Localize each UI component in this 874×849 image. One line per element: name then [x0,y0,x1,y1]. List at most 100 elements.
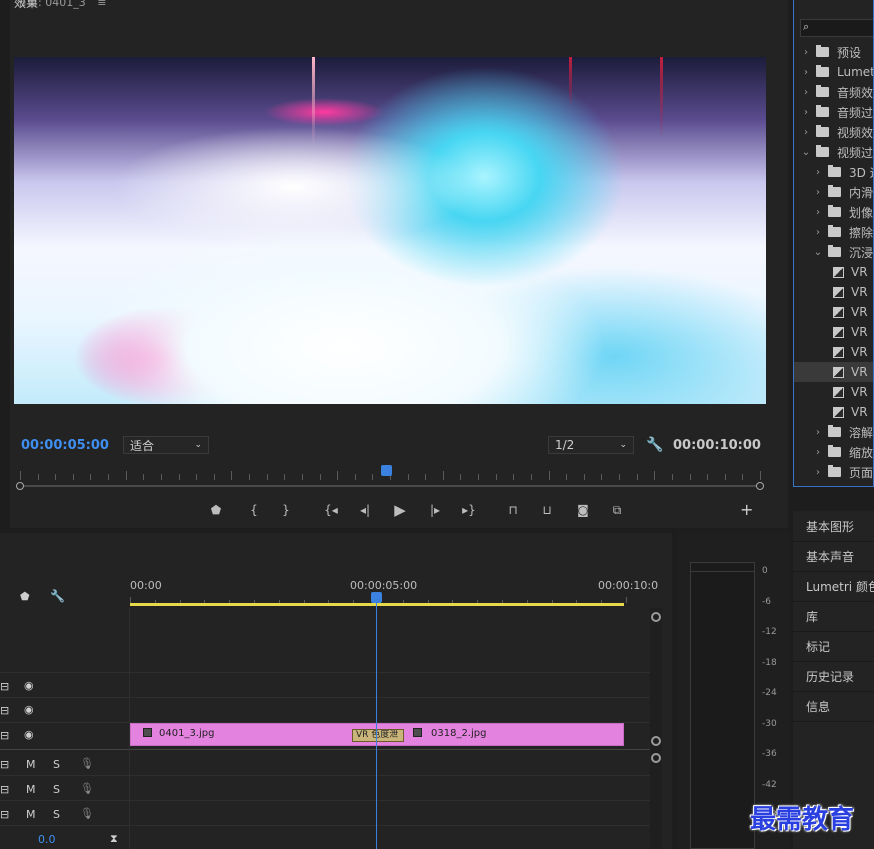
effects-folder[interactable]: ⌄ 视频过 [794,142,873,162]
mark-out-icon[interactable]: } [275,500,297,520]
solo-button[interactable]: S [53,783,60,796]
extract-icon[interactable]: ⊔ [536,500,558,520]
fit-dropdown[interactable]: 适合 ⌄ [123,436,209,454]
effect-item[interactable]: VR [794,262,873,282]
effect-item[interactable]: VR [794,302,873,322]
chevron-right-icon[interactable]: › [812,447,824,458]
work-area-bar[interactable] [130,603,624,606]
chevron-right-icon[interactable]: › [800,107,812,118]
go-to-end-icon[interactable]: ⧗ [110,832,118,846]
effects-folder[interactable]: › 擦除 [794,222,873,242]
transition-clip[interactable]: VR 色度泄 [352,729,404,742]
effects-folder[interactable]: › 划像 [794,202,873,222]
side-panel-tab[interactable]: 基本声音 [806,548,854,565]
effects-folder[interactable]: › 3D 运 [794,162,873,182]
chevron-down-icon[interactable]: ⌄ [812,247,824,258]
ruler-tick [125,471,127,480]
timeline-playhead-handle[interactable] [371,592,382,603]
add-button[interactable]: + [740,500,753,519]
eye-icon[interactable]: ◉ [24,728,34,741]
go-to-in-icon[interactable]: {◂ [320,500,342,520]
timeline-vertical-scrollbar[interactable] [650,608,662,849]
comparison-view-icon[interactable]: ⧉ [606,500,628,520]
mute-button[interactable]: M [26,758,36,771]
chevron-right-icon[interactable]: › [812,427,824,438]
solo-button[interactable]: S [53,758,60,771]
side-panel-tab[interactable]: 信息 [806,698,830,715]
microphone-icon[interactable]: 🎙 [80,807,94,820]
effects-folder[interactable]: › 视频效 [794,122,873,142]
side-panel-tab[interactable]: 标记 [806,638,830,655]
side-panel-tab[interactable]: 历史记录 [806,668,854,685]
eye-icon[interactable]: ◉ [24,679,34,692]
effects-folder[interactable]: › 内滑 [794,182,873,202]
go-to-out-icon[interactable]: ▸} [458,500,480,520]
effects-folder[interactable]: ⌄ 沉浸 [794,242,873,262]
effect-item[interactable]: VR [794,382,873,402]
effects-folder[interactable]: › 溶解 [794,422,873,442]
step-forward-icon[interactable]: |▸ [424,500,446,520]
lift-icon[interactable]: ⊓ [502,500,524,520]
resolution-dropdown[interactable]: 1/2 ⌄ [548,436,634,454]
effects-folder[interactable]: › 缩放 [794,442,873,462]
tree-item-label: 预设 [837,45,862,60]
scrub-track[interactable] [22,485,758,487]
effect-item[interactable]: VR [794,342,873,362]
ruler-tick [707,474,709,480]
chevron-down-icon[interactable]: ⌄ [800,147,812,158]
side-panel-tab[interactable]: 基本图形 [806,518,854,535]
chevron-right-icon[interactable]: › [812,207,824,218]
play-icon[interactable]: ▶ [389,500,411,520]
playhead-handle[interactable] [381,465,392,476]
eye-icon[interactable]: ◉ [24,703,34,716]
microphone-icon[interactable]: 🎙 [80,782,94,795]
chevron-right-icon[interactable]: › [800,127,812,138]
scroll-handle[interactable] [651,612,661,622]
folder-icon [828,185,841,197]
solo-button[interactable]: S [53,808,60,821]
effects-folder[interactable]: › 音频过 [794,102,873,122]
side-panel-tab[interactable]: Lumetri 颜色 [806,578,874,595]
effects-folder[interactable]: › Lumetri [794,62,873,82]
playhead-line[interactable] [376,600,377,849]
master-volume-value[interactable]: 0.0 [38,833,56,846]
export-frame-icon[interactable]: ◙ [572,500,594,520]
chevron-right-icon[interactable]: › [812,227,824,238]
scrub-end-handle[interactable] [756,482,764,490]
marker-icon[interactable]: ⬟ [205,500,227,520]
chevron-right-icon[interactable]: › [800,87,812,98]
effect-item[interactable]: VR [794,362,873,382]
effects-panel: ⌕ › 预设 › Lumetri › 音频效 › 音频过 › 视频效 ⌄ 视频过 › 3D 运 › 内滑 › 划像… [793,0,874,487]
hamburger-icon[interactable]: ≡ [97,0,106,9]
chevron-right-icon[interactable]: › [812,167,824,178]
chevron-right-icon[interactable]: › [800,47,812,58]
chevron-right-icon[interactable]: › [812,187,824,198]
effects-folder[interactable]: › 音频效 [794,82,873,102]
clip-0401-3[interactable]: 0401_3.jpg [130,723,378,746]
effects-panel-title[interactable]: 效果 [14,0,38,11]
step-back-icon[interactable]: ◂| [354,500,376,520]
effects-folder[interactable]: › 页面 [794,462,873,482]
scrub-start-handle[interactable] [16,482,24,490]
timeline-settings-icon[interactable]: 🔧 [50,589,65,603]
chevron-right-icon[interactable]: › [812,467,824,478]
current-timecode[interactable]: 00:00:05:00 [21,438,109,453]
side-panel-tab[interactable]: 库 [806,608,818,625]
scroll-handle[interactable] [651,736,661,746]
mark-in-icon[interactable]: { [243,500,265,520]
microphone-icon[interactable]: 🎙 [80,757,94,770]
effect-item[interactable]: VR [794,282,873,302]
clip-0318-2[interactable]: 0318_2.jpg [377,723,624,746]
mute-button[interactable]: M [26,783,36,796]
wrench-icon[interactable]: 🔧 [646,437,663,453]
transport-controls: ⬟ { } {◂ ◂| ▶ |▸ ▸} ⊓ ⊔ ◙ ⧉ [195,500,625,520]
effects-folder[interactable]: › 预设 [794,42,873,62]
effect-item[interactable]: VR [794,322,873,342]
add-marker-icon[interactable]: ⬟ [20,590,30,603]
chevron-right-icon[interactable]: › [800,67,812,78]
effects-search-input[interactable]: ⌕ [800,19,873,37]
effect-item[interactable]: VR [794,402,873,422]
mute-button[interactable]: M [26,808,36,821]
scrub-bar[interactable] [16,482,764,490]
scroll-handle[interactable] [651,753,661,763]
